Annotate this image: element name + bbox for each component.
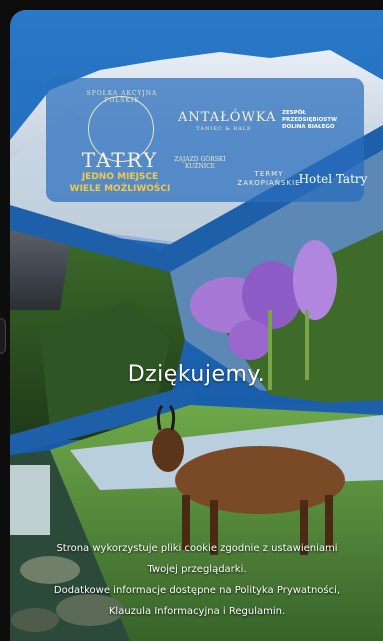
hotel-tatry-logo: Hotel Tatry xyxy=(298,172,368,186)
cookie-notice: Strona wykorzystuje pliki cookie zgodnie… xyxy=(16,538,378,622)
antalowka-logo: ANTAŁÓWKA TANIEC & BALE xyxy=(178,110,275,132)
termy-line-2: ZAKOPIAŃSKIE xyxy=(237,179,301,187)
app-screen: SPOŁKA AKCYJNA POLSKIE TATRY JEDNO MIEJS… xyxy=(0,0,383,641)
cookie-line-1: Strona wykorzystuje pliki cookie zgodnie… xyxy=(56,543,338,554)
side-handle xyxy=(0,318,6,354)
termy-zakopianskie-logo: TERMY ZAKOPIAŃSKIE xyxy=(236,170,302,188)
chamois-body xyxy=(175,446,345,514)
antalowka-subtitle: TANIEC & BALE xyxy=(196,126,252,132)
dolina-line-1: ZESPÓŁ xyxy=(282,110,306,116)
antalowka-name: ANTAŁÓWKA xyxy=(178,110,277,125)
dolina-line-2: PRZEDSIĘBIOSTW xyxy=(282,117,338,123)
cookie-line-3[interactable]: Dodatkowe informacje dostępne na Polityk… xyxy=(16,580,378,601)
cookie-line-2: Twojej przeglądarki. xyxy=(147,564,247,575)
tatry-logo: TATRY xyxy=(81,148,159,172)
dolina-line-3: DOLINA BIAŁEGO xyxy=(282,124,335,130)
partner-logos-panel: SPOŁKA AKCYJNA POLSKIE TATRY JEDNO MIEJS… xyxy=(46,78,367,202)
phone-frame: SPOŁKA AKCYJNA POLSKIE TATRY JEDNO MIEJS… xyxy=(10,10,383,641)
cookie-line-4[interactable]: Klauzula Informacyjna i Regulamin. xyxy=(16,601,378,622)
zajazd-kuznice-logo: ZAJAZD GÓRSKI KUŹNICE xyxy=(174,156,226,170)
tatry-tagline-1: JEDNO MIEJSCE xyxy=(81,172,159,182)
thank-you-heading: Dziękujemy. xyxy=(127,362,266,387)
termy-line-1: TERMY xyxy=(254,170,284,178)
dolina-bialego-logo: ZESPÓŁ PRZEDSIĘBIOSTW DOLINA BIAŁEGO xyxy=(282,110,364,131)
tatry-tagline-2: WIELE MOŻLIWOŚCI xyxy=(69,184,171,194)
